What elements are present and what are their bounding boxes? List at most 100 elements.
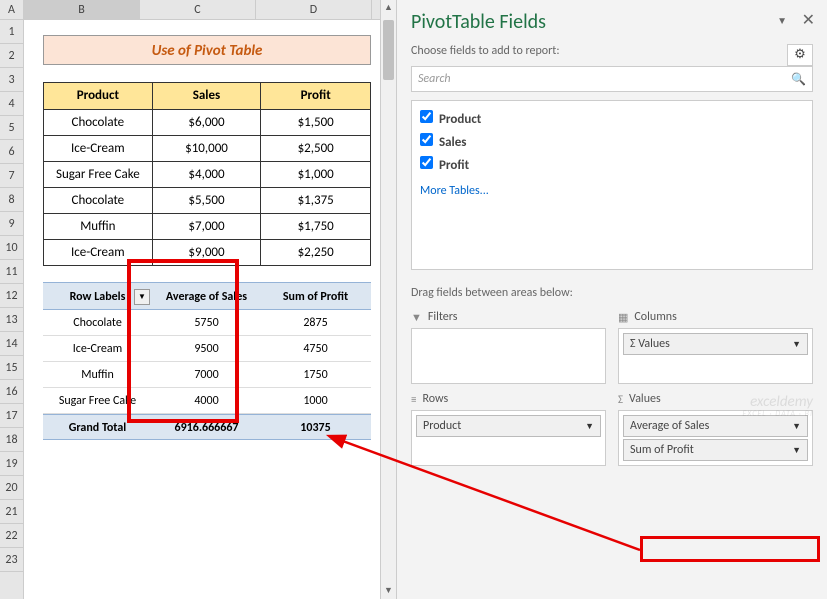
pane-collapse-icon[interactable]: ▼: [777, 14, 787, 27]
row-8[interactable]: 8: [0, 188, 23, 212]
pivot-header-rowlabels[interactable]: Row Labels ▼: [43, 283, 152, 309]
drag-instruction: Drag fields between areas below:: [411, 286, 813, 300]
area-item[interactable]: Product▼: [416, 415, 601, 437]
row-22[interactable]: 22: [0, 524, 23, 548]
pane-subtitle: Choose fields to add to report:: [411, 44, 813, 58]
col-D[interactable]: D: [256, 0, 372, 19]
col-A[interactable]: A: [0, 0, 24, 19]
pivot-cell[interactable]: 2875: [261, 310, 370, 335]
close-icon[interactable]: ✕: [802, 10, 815, 30]
field-product[interactable]: Product: [418, 107, 806, 130]
field-profit[interactable]: Profit: [418, 153, 806, 176]
field-checkbox[interactable]: [420, 156, 433, 169]
more-tables-link[interactable]: More Tables...: [418, 176, 806, 200]
row-6[interactable]: 6: [0, 140, 23, 164]
pivot-cell[interactable]: 4000: [152, 388, 261, 413]
header-sales: Sales: [153, 83, 262, 109]
dropdown-icon[interactable]: ▼: [792, 421, 801, 432]
area-item[interactable]: Average of Sales▼: [623, 415, 808, 437]
pivot-cell[interactable]: Muffin: [43, 362, 152, 387]
col-B[interactable]: B: [24, 0, 140, 19]
scroll-thumb[interactable]: [383, 20, 394, 80]
pivot-cell[interactable]: Chocolate: [43, 310, 152, 335]
row-16[interactable]: 16: [0, 380, 23, 404]
vertical-scrollbar[interactable]: ▲ ▼: [380, 0, 396, 599]
cell-sales[interactable]: $4,000: [153, 162, 262, 187]
cell-product[interactable]: Ice-Cream: [44, 136, 153, 161]
table-row: Ice-Cream$9,000$2,250: [44, 239, 370, 265]
pivot-cell[interactable]: 4750: [261, 336, 370, 361]
search-icon: 🔍: [791, 72, 806, 87]
row-2[interactable]: 2: [0, 44, 23, 68]
header-profit: Profit: [261, 83, 370, 109]
row-11[interactable]: 11: [0, 260, 23, 284]
row-14[interactable]: 14: [0, 332, 23, 356]
columns-icon: ▦: [618, 311, 628, 324]
cell-product[interactable]: Muffin: [44, 214, 153, 239]
cell-product[interactable]: Chocolate: [44, 188, 153, 213]
row-15[interactable]: 15: [0, 356, 23, 380]
grid-area[interactable]: Use of Pivot Table Product Sales Profit …: [24, 20, 396, 599]
rows-dropzone[interactable]: Product▼: [411, 410, 606, 466]
values-dropzone[interactable]: Average of Sales▼Sum of Profit▼: [618, 410, 813, 466]
dropdown-icon[interactable]: ▼: [792, 445, 801, 456]
dropdown-icon[interactable]: ▼: [585, 421, 594, 432]
columns-dropzone[interactable]: Σ Values▼: [618, 328, 813, 384]
row-5[interactable]: 5: [0, 116, 23, 140]
row-1[interactable]: 1: [0, 20, 23, 44]
row-20[interactable]: 20: [0, 476, 23, 500]
row-12[interactable]: 12: [0, 284, 23, 308]
pivot-cell[interactable]: 9500: [152, 336, 261, 361]
row-7[interactable]: 7: [0, 164, 23, 188]
pivot-cell[interactable]: 7000: [152, 362, 261, 387]
row-3[interactable]: 3: [0, 68, 23, 92]
pane-title: PivotTable Fields: [411, 10, 813, 34]
cell-sales[interactable]: $6,000: [153, 110, 262, 135]
pivot-cell[interactable]: 5750: [152, 310, 261, 335]
filters-area: ▼Filters: [411, 310, 606, 384]
cell-product[interactable]: Ice-Cream: [44, 240, 153, 265]
cell-profit[interactable]: $1,750: [261, 214, 370, 239]
pivot-row: Chocolate57502875: [43, 310, 371, 336]
row-21[interactable]: 21: [0, 500, 23, 524]
cell-sales[interactable]: $9,000: [153, 240, 262, 265]
dropdown-icon[interactable]: ▼: [792, 339, 801, 350]
pivot-cell[interactable]: Ice-Cream: [43, 336, 152, 361]
field-checkbox[interactable]: [420, 133, 433, 146]
col-C[interactable]: C: [140, 0, 256, 19]
search-input[interactable]: Search 🔍: [411, 66, 813, 92]
pivot-header-sum: Sum of Profit: [261, 283, 370, 309]
pivot-cell[interactable]: 1750: [261, 362, 370, 387]
cell-profit[interactable]: $2,250: [261, 240, 370, 265]
gear-icon[interactable]: ⚙: [787, 44, 813, 66]
row-4[interactable]: 4: [0, 92, 23, 116]
row-10[interactable]: 10: [0, 236, 23, 260]
filters-dropzone[interactable]: [411, 328, 606, 384]
row-9[interactable]: 9: [0, 212, 23, 236]
scroll-down-icon[interactable]: ▼: [381, 583, 396, 599]
cell-profit[interactable]: $2,500: [261, 136, 370, 161]
cell-sales[interactable]: $10,000: [153, 136, 262, 161]
area-item[interactable]: Sum of Profit▼: [623, 439, 808, 461]
row-18[interactable]: 18: [0, 428, 23, 452]
cell-profit[interactable]: $1,000: [261, 162, 370, 187]
cell-profit[interactable]: $1,500: [261, 110, 370, 135]
cell-product[interactable]: Sugar Free Cake: [44, 162, 153, 187]
cell-sales[interactable]: $5,500: [153, 188, 262, 213]
pivot-cell[interactable]: 1000: [261, 388, 370, 413]
row-17[interactable]: 17: [0, 404, 23, 428]
field-sales[interactable]: Sales: [418, 130, 806, 153]
pivot-cell[interactable]: Sugar Free Cake: [43, 388, 152, 413]
row-13[interactable]: 13: [0, 308, 23, 332]
cell-profit[interactable]: $1,375: [261, 188, 370, 213]
rows-area: ≡Rows Product▼: [411, 392, 606, 466]
filter-dropdown-icon[interactable]: ▼: [134, 289, 150, 305]
area-item[interactable]: Σ Values▼: [623, 333, 808, 355]
cell-product[interactable]: Chocolate: [44, 110, 153, 135]
field-checkbox[interactable]: [420, 110, 433, 123]
scroll-up-icon[interactable]: ▲: [381, 0, 396, 16]
grand-total-sum: 10375: [261, 415, 370, 439]
cell-sales[interactable]: $7,000: [153, 214, 262, 239]
row-23[interactable]: 23: [0, 548, 23, 572]
row-19[interactable]: 19: [0, 452, 23, 476]
